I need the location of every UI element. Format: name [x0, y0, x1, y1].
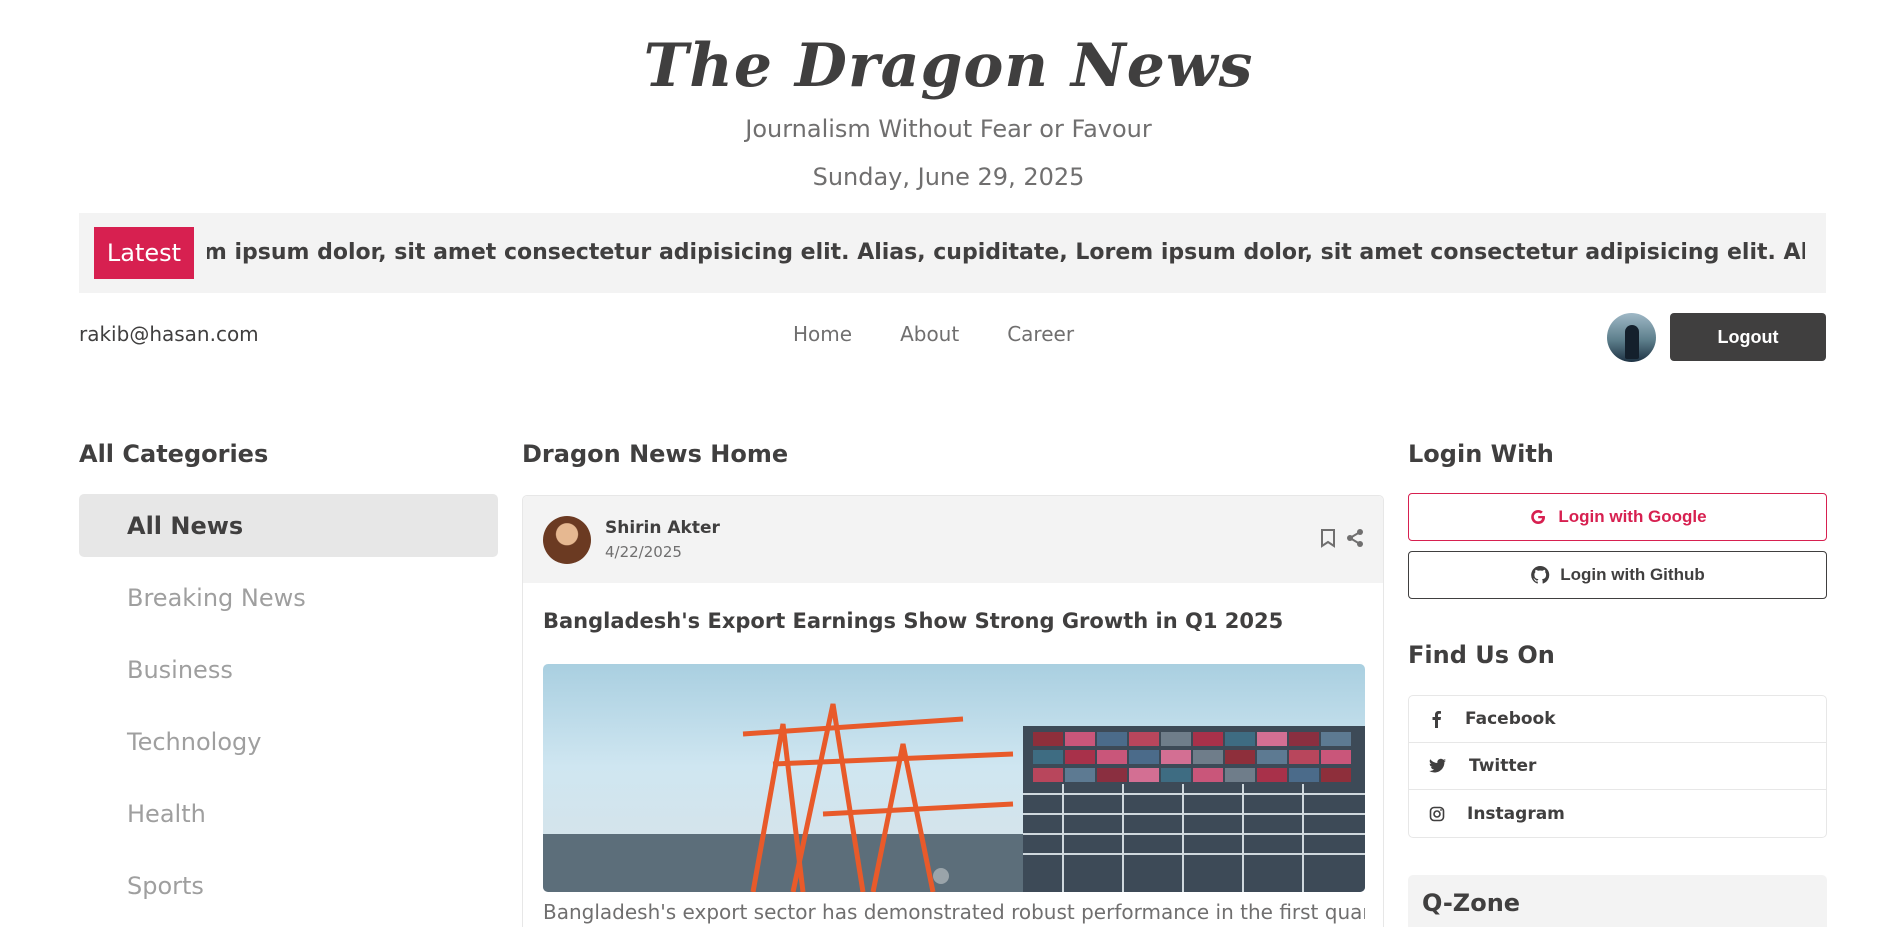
qzone-panel: Q-Zone: [1408, 875, 1827, 927]
instagram-icon: [1429, 806, 1445, 821]
masthead: The Dragon News Journalism Without Fear …: [0, 30, 1897, 192]
site-logo: The Dragon News: [643, 31, 1254, 101]
social-twitter-link[interactable]: Twitter: [1409, 743, 1826, 790]
publish-date: 4/22/2025: [605, 543, 682, 561]
author-avatar: [543, 516, 591, 564]
login-google-label: Login with Google: [1558, 507, 1707, 526]
find-us-title: Find Us On: [1408, 641, 1555, 669]
github-icon: [1531, 565, 1550, 584]
nav-about-link[interactable]: About: [900, 322, 959, 346]
bookmark-icon[interactable]: [1319, 528, 1337, 548]
twitter-icon: [1429, 758, 1446, 773]
logout-button[interactable]: Logout: [1670, 313, 1826, 361]
news-headline[interactable]: Bangladesh's Export Earnings Show Strong…: [543, 606, 1363, 636]
author-name: Shirin Akter: [605, 518, 720, 538]
social-links: Facebook Twitter Instagram: [1408, 695, 1827, 838]
login-github-button[interactable]: Login with Github: [1408, 551, 1827, 599]
user-avatar[interactable]: [1607, 313, 1656, 362]
social-facebook-label: Facebook: [1465, 709, 1556, 729]
user-avatar-figure: [1625, 325, 1639, 359]
social-instagram-label: Instagram: [1467, 803, 1565, 824]
login-github-label: Login with Github: [1560, 565, 1705, 584]
port-cranes-illustration: [543, 703, 1365, 892]
categories-title: All Categories: [79, 440, 269, 468]
google-icon: [1531, 510, 1546, 524]
category-all-news[interactable]: All News: [79, 494, 498, 557]
social-instagram-link[interactable]: Instagram: [1409, 790, 1826, 837]
latest-news-ticker: Latest Lorem ipsum dolor, sit amet conse…: [79, 213, 1826, 293]
login-title: Login With: [1408, 440, 1554, 468]
latest-badge: Latest: [94, 227, 194, 279]
user-email: rakib@hasan.com: [79, 322, 259, 346]
category-health[interactable]: Health: [79, 782, 498, 845]
nav-career-link[interactable]: Career: [1007, 322, 1074, 346]
main-nav: Home About Career: [793, 322, 1074, 346]
nav-home-link[interactable]: Home: [793, 322, 852, 346]
card-actions: [1319, 528, 1365, 548]
social-twitter-label: Twitter: [1469, 756, 1537, 776]
current-date: Sunday, June 29, 2025: [812, 163, 1085, 191]
news-card-header: Shirin Akter 4/22/2025: [523, 496, 1383, 583]
category-business[interactable]: Business: [79, 638, 498, 701]
ticker-text[interactable]: Lorem ipsum dolor, sit amet consectetur …: [207, 237, 1805, 269]
news-excerpt: Bangladesh's export sector has demonstra…: [543, 900, 1365, 924]
category-sports[interactable]: Sports: [79, 854, 498, 917]
ticker-marquee: Lorem ipsum dolor, sit amet consectetur …: [207, 213, 1805, 293]
qzone-title: Q-Zone: [1422, 889, 1521, 917]
site-tagline: Journalism Without Fear or Favour: [745, 115, 1152, 143]
login-google-button[interactable]: Login with Google: [1408, 493, 1827, 541]
main-title: Dragon News Home: [522, 440, 789, 468]
social-facebook-link[interactable]: Facebook: [1409, 696, 1826, 743]
category-breaking-news[interactable]: Breaking News: [79, 566, 498, 629]
news-image: [543, 664, 1365, 892]
category-list: All News Breaking News Business Technolo…: [79, 494, 498, 926]
category-technology[interactable]: Technology: [79, 710, 498, 773]
facebook-icon: [1432, 710, 1441, 728]
share-icon[interactable]: [1345, 528, 1365, 548]
news-card[interactable]: Shirin Akter 4/22/2025 Bangladesh's Expo…: [522, 495, 1384, 927]
